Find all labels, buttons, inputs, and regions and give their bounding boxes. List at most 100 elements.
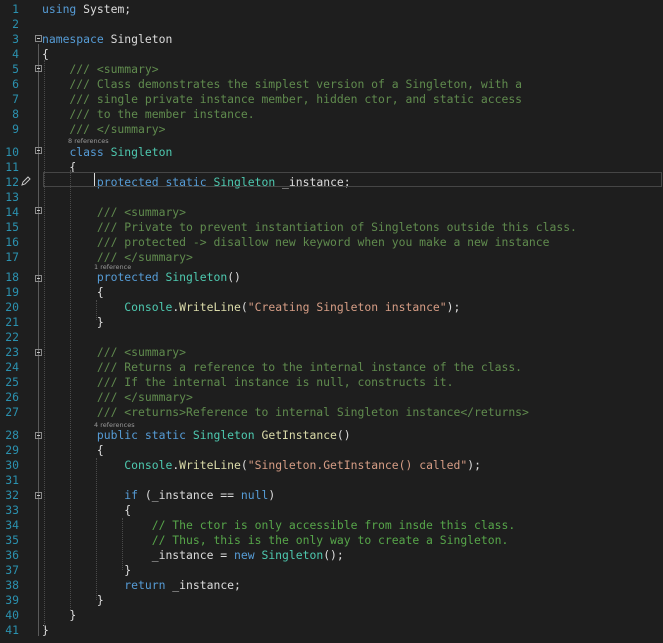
code-line[interactable]: 30 Console.WriteLine("Singleton.GetInsta… xyxy=(0,458,663,473)
code-token: /// <summary> xyxy=(42,345,187,359)
code-line[interactable]: 14 /// <summary> xyxy=(0,205,663,220)
code-token: /// Class demonstrates the simplest vers… xyxy=(42,77,523,91)
code-text: /// </summary> xyxy=(42,390,193,405)
code-token: WriteLine xyxy=(179,458,241,472)
code-token: } xyxy=(42,563,132,577)
code-line[interactable]: 36 _instance = new Singleton(); xyxy=(0,548,663,563)
code-line[interactable]: 31 xyxy=(0,473,663,488)
line-number: 1 xyxy=(12,2,19,16)
code-token: return xyxy=(124,578,166,592)
code-line[interactable]: 8 /// to the member instance. xyxy=(0,107,663,122)
code-token: ); xyxy=(446,300,461,314)
code-line[interactable]: 1 using System; xyxy=(0,2,663,17)
line-number: 31 xyxy=(5,473,19,487)
code-line[interactable]: 41} xyxy=(0,623,663,638)
text-caret xyxy=(94,173,95,186)
code-line[interactable]: 4{ xyxy=(0,47,663,62)
code-line[interactable]: 6 /// Class demonstrates the simplest ve… xyxy=(0,77,663,92)
code-line[interactable]: 28 public static Singleton GetInstance() xyxy=(0,428,663,443)
code-line[interactable]: 19 { xyxy=(0,285,663,300)
codelens-references[interactable]: 1 reference xyxy=(94,263,131,271)
code-token: Singleton xyxy=(103,32,173,46)
code-editor[interactable]: 1 using System; 2 3 namespace Singleton 4{5 /… xyxy=(0,0,663,643)
code-line[interactable]: 37 } xyxy=(0,563,663,578)
code-text: { xyxy=(42,503,131,518)
code-line[interactable]: 33 { xyxy=(0,503,663,518)
code-line[interactable]: 2 xyxy=(0,17,663,32)
collapse-toggle-ctor-summary-icon[interactable] xyxy=(35,207,42,214)
collapse-toggle-class-summary-icon[interactable] xyxy=(35,65,42,72)
code-line[interactable]: 5 /// <summary> xyxy=(0,62,663,77)
line-number: 6 xyxy=(12,77,19,91)
line-number: 22 xyxy=(5,330,19,344)
code-line[interactable]: 23 /// <summary> xyxy=(0,345,663,360)
code-text: protected Singleton() xyxy=(42,270,241,285)
collapse-toggle-method-summary-icon[interactable] xyxy=(35,349,42,356)
code-text: /// <returns>Reference to internal Singl… xyxy=(42,405,529,420)
code-token: /// </summary> xyxy=(42,390,193,404)
code-token: // The ctor is only accessible from insd… xyxy=(42,518,516,532)
collapse-toggle-ctor-icon[interactable] xyxy=(35,275,42,282)
codelens-references[interactable]: 4 references xyxy=(94,421,135,429)
line-number: 28 xyxy=(5,428,19,442)
code-line[interactable]: 7 /// single private instance member, hi… xyxy=(0,92,663,107)
code-line[interactable]: 21 } xyxy=(0,315,663,330)
code-line[interactable]: 40 } xyxy=(0,608,663,623)
fold-outline-namespace xyxy=(38,44,39,636)
line-number: 21 xyxy=(5,315,19,329)
codelens-references[interactable]: 8 references xyxy=(68,137,109,145)
code-token: /// protected -> disallow new keyword wh… xyxy=(42,235,550,249)
code-line[interactable]: 18 protected Singleton() xyxy=(0,270,663,285)
collapse-toggle-namespace-icon[interactable] xyxy=(35,35,42,42)
line-number: 23 xyxy=(5,345,19,359)
code-line[interactable]: 20 Console.WriteLine("Creating Singleton… xyxy=(0,300,663,315)
code-line[interactable]: 9 /// </summary> xyxy=(0,122,663,137)
collapse-toggle-class-icon[interactable] xyxy=(35,147,42,154)
collapse-toggle-method-icon[interactable] xyxy=(35,432,42,439)
line-number: 9 xyxy=(12,122,19,136)
code-text: class Singleton xyxy=(42,145,172,160)
code-line[interactable]: 26 /// </summary> xyxy=(0,390,663,405)
code-line[interactable]: 16 /// protected -> disallow new keyword… xyxy=(0,235,663,250)
collapse-toggle-if-icon[interactable] xyxy=(35,492,42,499)
code-token: } xyxy=(42,608,77,622)
line-number: 41 xyxy=(5,623,19,637)
code-text: using System; xyxy=(42,2,131,17)
line-number: 26 xyxy=(5,390,19,404)
code-line[interactable]: 32 if (_instance == null) xyxy=(0,488,663,503)
code-token: { xyxy=(42,503,132,517)
code-line[interactable]: 10 class Singleton xyxy=(0,145,663,160)
code-text: /// <summary> xyxy=(42,205,186,220)
indent-guide-class xyxy=(70,170,71,610)
code-line[interactable]: 3 namespace Singleton xyxy=(0,32,663,47)
code-line[interactable]: 22 xyxy=(0,330,663,345)
code-token: ) xyxy=(268,488,276,502)
code-line[interactable]: 25 /// If the internal instance is null,… xyxy=(0,375,663,390)
code-text: public static Singleton GetInstance() xyxy=(42,428,351,443)
code-line[interactable]: 38 return _instance; xyxy=(0,578,663,593)
quick-action-pencil-icon[interactable] xyxy=(21,176,31,186)
line-number: 3 xyxy=(12,32,19,46)
line-number: 5 xyxy=(12,62,19,76)
code-token: } xyxy=(42,593,104,607)
code-line[interactable]: 35 // Thus, this is the only way to crea… xyxy=(0,533,663,548)
code-token: { xyxy=(42,47,49,61)
line-number: 17 xyxy=(5,250,19,264)
code-token: () xyxy=(336,428,351,442)
code-text: // The ctor is only accessible from insd… xyxy=(42,518,515,533)
code-text: /// protected -> disallow new keyword wh… xyxy=(42,235,550,250)
code-line[interactable]: 13 xyxy=(0,190,663,205)
code-line[interactable]: 29 { xyxy=(0,443,663,458)
code-text: /// to the member instance. xyxy=(42,107,254,122)
code-token: (_instance == xyxy=(138,488,241,502)
code-text: /// Returns a reference to the internal … xyxy=(42,360,522,375)
code-line[interactable]: 15 /// Private to prevent instantiation … xyxy=(0,220,663,235)
code-text: /// If the internal instance is null, co… xyxy=(42,375,454,390)
code-line[interactable]: 24 /// Returns a reference to the intern… xyxy=(0,360,663,375)
code-line[interactable]: 34 // The ctor is only accessible from i… xyxy=(0,518,663,533)
code-line[interactable]: 39 } xyxy=(0,593,663,608)
code-text: } xyxy=(42,563,131,578)
code-line[interactable]: 27 /// <returns>Reference to internal Si… xyxy=(0,405,663,420)
